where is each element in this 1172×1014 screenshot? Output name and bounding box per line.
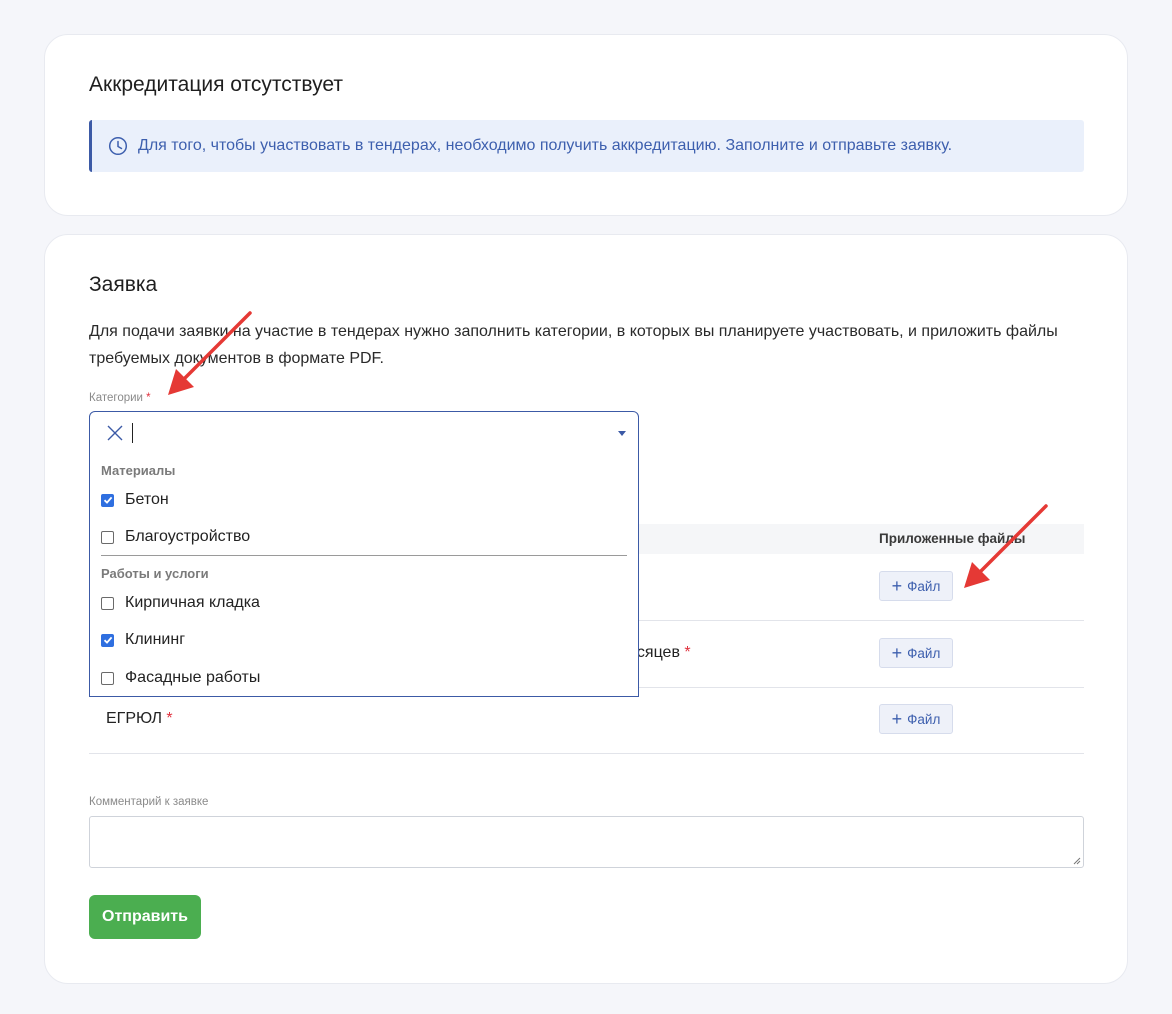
add-file-button[interactable]: + Файл [879,704,953,734]
add-file-button[interactable]: + Файл [879,571,953,601]
accreditation-title: Аккредитация отсутствует [89,73,343,96]
submit-button[interactable]: Отправить [89,895,201,939]
plus-icon: + [891,709,903,729]
group-label-works: Работы и услоги [101,566,209,581]
categories-dropdown: Материалы Бетон Благоустройство Работы и… [89,454,639,697]
checkbox-icon[interactable] [101,530,114,544]
plus-icon: + [891,576,903,596]
option-beton[interactable]: Бетон [101,491,169,509]
clear-icon[interactable] [106,424,124,442]
clock-icon [108,136,128,156]
table-row: ЕГРЮЛ * + Файл [89,687,1084,754]
files-column-header: Приложенные файлы [879,531,1026,546]
checkbox-checked-icon[interactable] [101,493,114,507]
checkbox-icon[interactable] [101,596,114,610]
application-card: Заявка Для подачи заявки на участие в те… [44,234,1128,984]
option-blagoustroystvo[interactable]: Благоустройство [101,528,250,546]
application-description: Для подачи заявки на участие в тендерах … [89,323,1058,367]
option-kirpichnaya-kladka[interactable]: Кирпичная кладка [101,594,260,612]
text-cursor [132,423,133,443]
checkbox-icon[interactable] [101,671,114,685]
checkbox-checked-icon[interactable] [101,633,114,647]
accreditation-notice: Для того, чтобы участвовать в тендерах, … [89,120,1084,172]
comment-label: Комментарий к заявке [89,796,209,808]
group-label-materials: Материалы [101,463,176,478]
group-divider [101,555,627,556]
add-file-button[interactable]: + Файл [879,638,953,668]
accreditation-notice-text: Для того, чтобы участвовать в тендерах, … [138,137,953,154]
application-title: Заявка [89,273,158,296]
row-label: ЕГРЮЛ * [106,710,173,727]
accreditation-card: Аккредитация отсутствует Для того, чтобы… [44,34,1128,216]
option-fasadnye-raboty[interactable]: Фасадные работы [101,669,260,687]
plus-icon: + [891,643,903,663]
categories-select[interactable] [89,411,639,455]
option-klining[interactable]: Клининг [101,631,185,649]
comment-textarea[interactable] [89,816,1084,868]
resize-grip-icon[interactable] [1073,857,1081,865]
categories-label: Категории * [89,392,151,404]
chevron-down-icon[interactable] [618,431,626,436]
